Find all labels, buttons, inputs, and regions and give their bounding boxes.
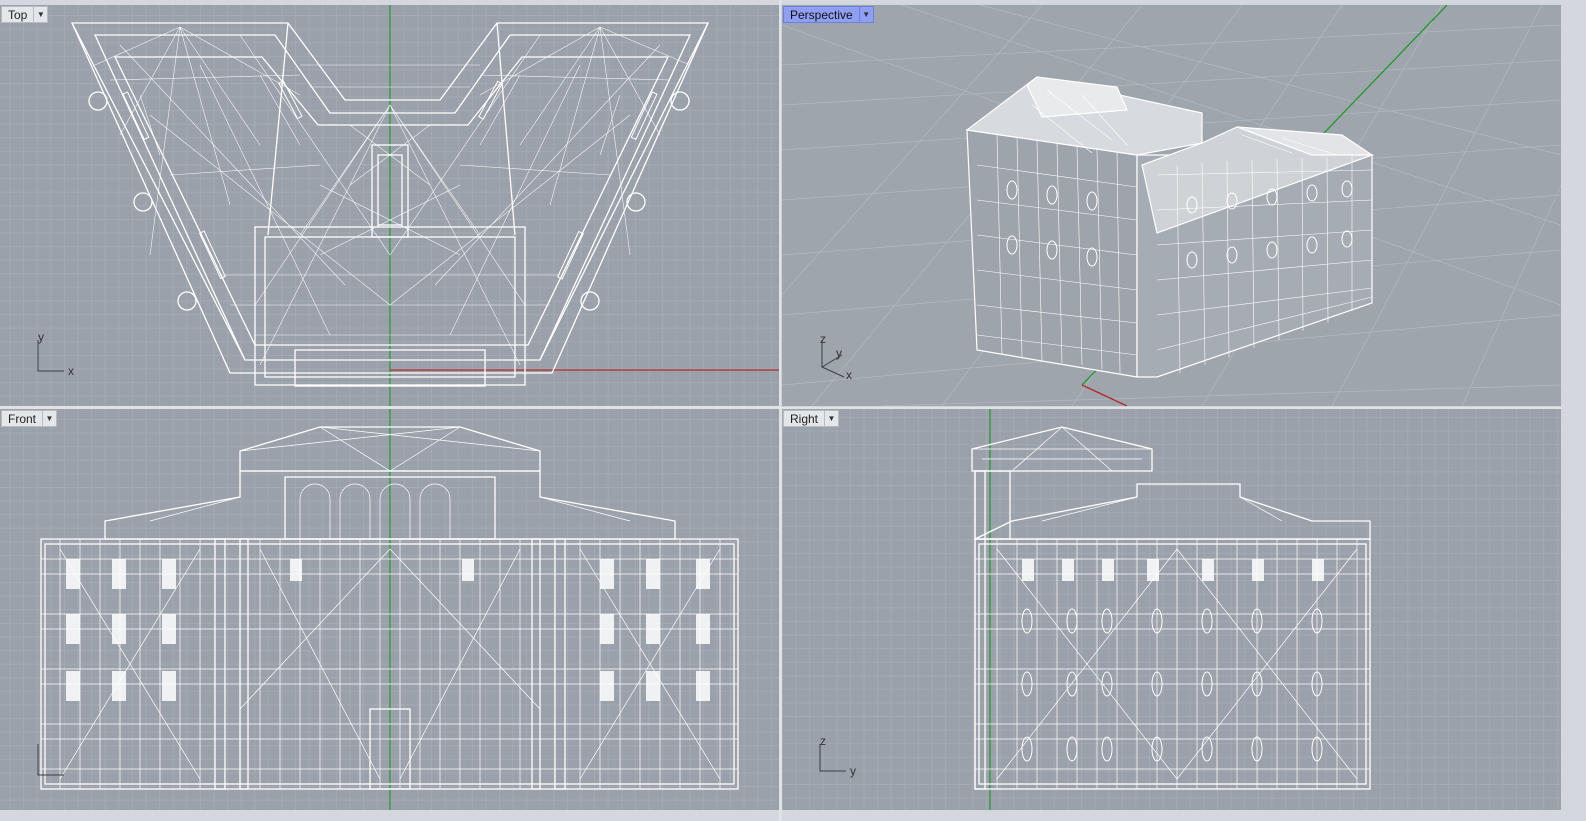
chevron-down-icon[interactable]: ▼	[858, 6, 874, 23]
axis-label-z: z	[820, 332, 826, 346]
axis-label-y: y	[836, 346, 842, 360]
viewport-top[interactable]: Top ▼ y x	[0, 5, 779, 406]
right-edge-panel	[1561, 0, 1586, 821]
right-view-wireframe: z y	[819, 409, 1371, 810]
viewport-tab-top[interactable]: Top ▼	[1, 6, 49, 23]
viewport-right[interactable]: Right ▼ z y	[782, 409, 1561, 810]
viewport-tab-front[interactable]: Front ▼	[1, 410, 58, 427]
viewport-tab-perspective[interactable]: Perspective ▼	[783, 6, 874, 23]
axis-label-y: y	[38, 330, 44, 344]
viewport-front[interactable]: Front ▼	[0, 409, 779, 810]
viewport-perspective[interactable]: Perspective ▼ z y x	[781, 4, 1562, 407]
chevron-down-icon[interactable]: ▼	[33, 6, 49, 23]
chevron-down-icon[interactable]: ▼	[42, 410, 58, 427]
viewport-tab-right[interactable]: Right ▼	[783, 410, 840, 427]
perspective-view-wireframe: z y x	[782, 5, 1561, 406]
viewport-title[interactable]: Perspective	[783, 6, 859, 23]
viewport-title[interactable]: Right	[783, 410, 825, 427]
front-view-wireframe	[37, 409, 739, 810]
viewport-title[interactable]: Front	[1, 410, 43, 427]
axis-label-x: x	[846, 368, 852, 382]
chevron-down-icon[interactable]: ▼	[824, 410, 840, 427]
top-view-wireframe: y x	[37, 5, 779, 406]
axis-label-y: y	[850, 764, 856, 778]
axis-label-z: z	[820, 734, 826, 748]
viewport-title[interactable]: Top	[1, 6, 34, 23]
axis-label-x: x	[68, 364, 74, 378]
